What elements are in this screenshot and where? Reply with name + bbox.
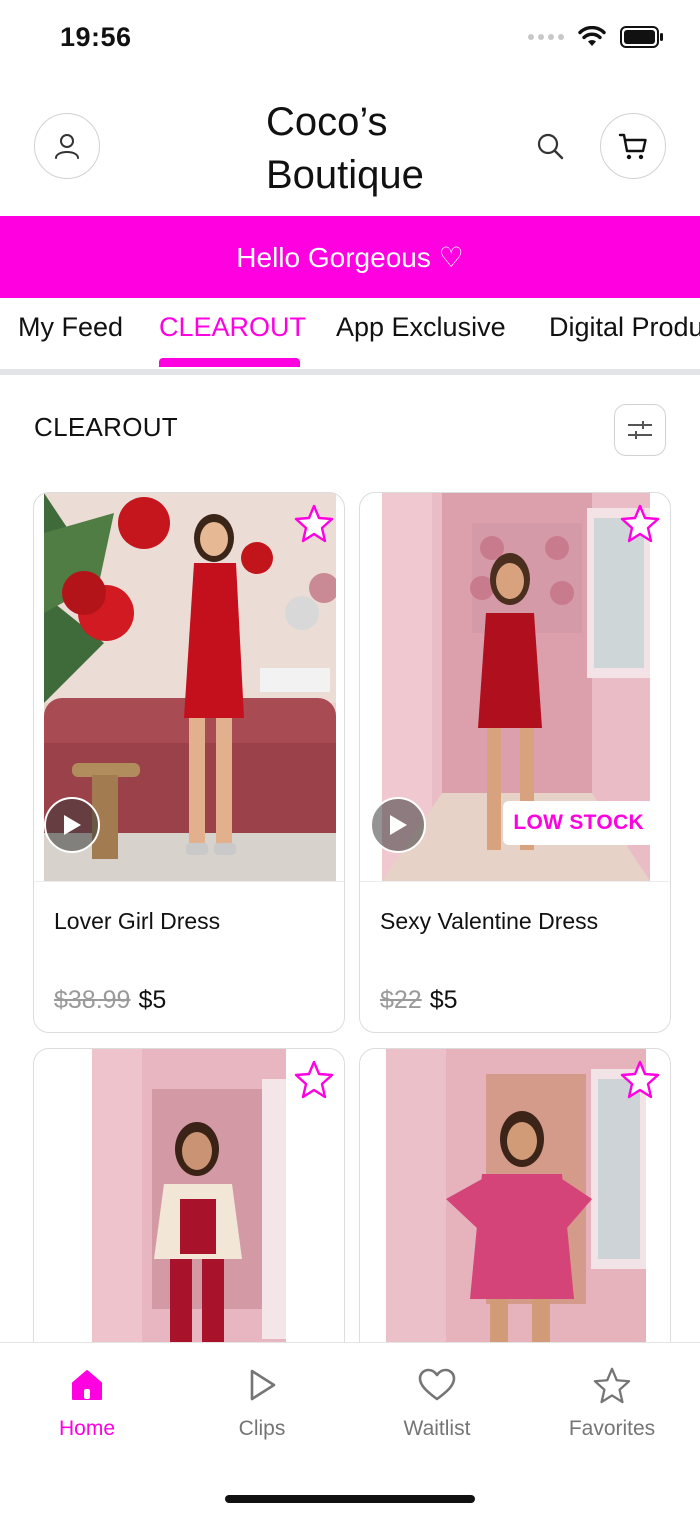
product-card[interactable]: Lover Girl Dress $38.99 $5 xyxy=(33,492,345,1033)
product-card[interactable] xyxy=(33,1048,345,1378)
category-tabs: My Feed CLEAROUT App Exclusive Digital P… xyxy=(0,298,700,370)
product-photo xyxy=(386,1049,646,1377)
brand-title: Coco’s Boutique xyxy=(266,100,424,197)
product-card[interactable]: LOW STOCK Sexy Valentine Dress $22 $5 xyxy=(359,492,671,1033)
nav-home[interactable]: Home xyxy=(22,1363,152,1441)
active-tab-indicator xyxy=(159,358,300,367)
tabs-divider xyxy=(0,369,700,375)
product-name: Lover Girl Dress xyxy=(54,908,221,934)
status-icons xyxy=(528,26,664,48)
product-name: Sexy Valentine Dress xyxy=(380,908,599,934)
nav-clips[interactable]: Clips xyxy=(197,1363,327,1441)
nav-waitlist-label: Waitlist xyxy=(403,1417,471,1440)
user-icon xyxy=(55,134,79,159)
play-icon xyxy=(250,1369,276,1401)
tab-app-exclusive[interactable]: App Exclusive xyxy=(336,312,506,343)
low-stock-badge: LOW STOCK xyxy=(503,801,654,845)
price-row: $22 $5 xyxy=(380,986,458,1015)
cart-icon xyxy=(618,133,647,160)
favorite-star-icon[interactable] xyxy=(620,1059,660,1099)
nav-home-label: Home xyxy=(58,1417,116,1440)
wifi-icon xyxy=(578,26,606,46)
search-button[interactable] xyxy=(530,126,570,166)
filter-sliders-icon xyxy=(628,421,652,439)
product-image[interactable] xyxy=(34,1049,344,1377)
home-icon xyxy=(72,1370,102,1400)
cellular-signal-icon xyxy=(528,34,564,40)
favorite-star-icon[interactable] xyxy=(294,1059,334,1099)
product-card[interactable] xyxy=(359,1048,671,1378)
home-indicator[interactable] xyxy=(225,1495,475,1503)
nav-favorites[interactable]: Favorites xyxy=(547,1363,677,1441)
tab-clearout[interactable]: CLEAROUT xyxy=(159,312,306,343)
product-image[interactable] xyxy=(34,493,344,881)
product-image[interactable]: LOW STOCK xyxy=(360,493,670,881)
tab-digital-products[interactable]: Digital Products xyxy=(549,312,700,343)
sale-price: $5 xyxy=(429,986,458,1014)
section-title: CLEAROUT xyxy=(34,412,178,442)
play-video-button[interactable] xyxy=(44,797,100,853)
nav-favorites-label: Favorites xyxy=(568,1417,656,1440)
original-price: $38.99 xyxy=(54,986,131,1014)
favorite-star-icon[interactable] xyxy=(294,503,334,543)
filter-button[interactable] xyxy=(614,404,666,456)
play-icon xyxy=(390,815,407,835)
search-icon xyxy=(537,133,564,160)
product-info: Sexy Valentine Dress $22 $5 xyxy=(360,881,670,1031)
product-photo xyxy=(92,1049,286,1377)
app-header: Coco’s Boutique xyxy=(0,80,700,216)
sale-price: $5 xyxy=(138,986,167,1014)
cart-button[interactable] xyxy=(600,113,666,179)
battery-icon xyxy=(620,26,663,48)
nav-clips-label: Clips xyxy=(238,1417,286,1440)
play-video-button[interactable] xyxy=(370,797,426,853)
status-bar: 19:56 xyxy=(0,0,700,80)
heart-icon xyxy=(418,1368,456,1401)
product-image[interactable] xyxy=(360,1049,670,1377)
price-row: $38.99 $5 xyxy=(54,986,166,1015)
promo-banner[interactable]: Hello Gorgeous ♡ xyxy=(0,216,700,298)
account-button[interactable] xyxy=(34,113,100,179)
star-icon xyxy=(593,1367,631,1404)
status-time: 19:56 xyxy=(60,22,132,52)
play-icon xyxy=(64,815,81,835)
favorite-star-icon[interactable] xyxy=(620,503,660,543)
nav-waitlist[interactable]: Waitlist xyxy=(372,1363,502,1441)
product-info: Lover Girl Dress $38.99 $5 xyxy=(34,881,344,1031)
original-price: $22 xyxy=(380,986,422,1014)
bottom-nav: Home Clips Waitlist Favorites xyxy=(0,1342,700,1515)
tab-my-feed[interactable]: My Feed xyxy=(18,312,123,343)
